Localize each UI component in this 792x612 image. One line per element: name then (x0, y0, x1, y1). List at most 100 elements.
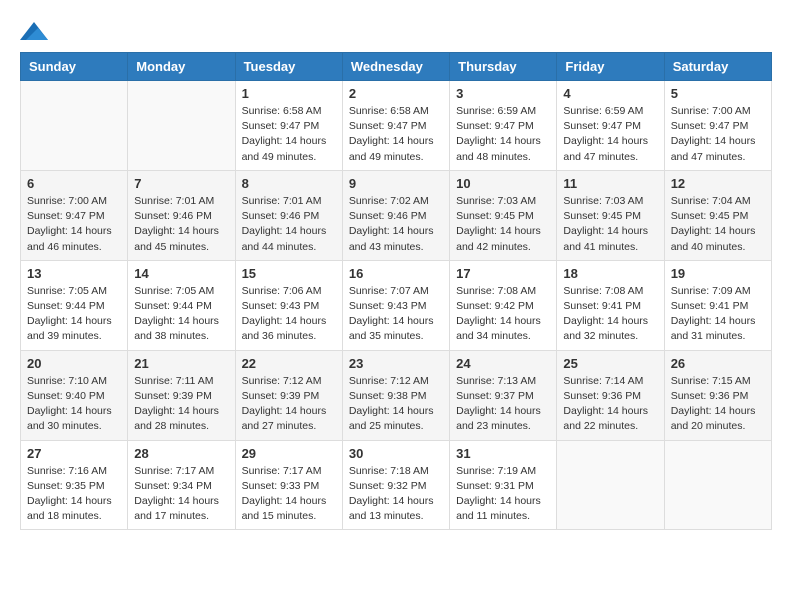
day-info: Sunrise: 7:00 AMSunset: 9:47 PMDaylight:… (27, 194, 121, 255)
day-number: 22 (242, 356, 336, 371)
day-number: 1 (242, 86, 336, 101)
day-number: 2 (349, 86, 443, 101)
calendar-cell (128, 81, 235, 171)
calendar-cell: 25Sunrise: 7:14 AMSunset: 9:36 PMDayligh… (557, 350, 664, 440)
day-info: Sunrise: 7:09 AMSunset: 9:41 PMDaylight:… (671, 284, 765, 345)
calendar-cell: 29 Sunrise: 7:17 AMSunset: 9:33 PMDayligh… (235, 440, 342, 530)
calendar-cell (557, 440, 664, 530)
weekday-header: Wednesday (342, 53, 449, 81)
calendar-cell: 12 Sunrise: 7:04 AMSunset: 9:45 PMDayligh… (664, 170, 771, 260)
day-info: Sunrise: 7:15 AMSunset: 9:36 PMDaylight:… (671, 374, 765, 435)
calendar-table: SundayMondayTuesdayWednesdayThursdayFrid… (20, 52, 772, 530)
calendar-cell: 1 Sunrise: 6:58 AMSunset: 9:47 PMDaylight… (235, 81, 342, 171)
calendar-cell: 14 Sunrise: 7:05 AMSunset: 9:44 PMDayligh… (128, 260, 235, 350)
calendar-cell: 27 Sunrise: 7:16 AMSunset: 9:35 PMDayligh… (21, 440, 128, 530)
day-info: Sunrise: 7:11 AMSunset: 9:39 PMDaylight:… (134, 374, 228, 435)
calendar-cell (664, 440, 771, 530)
calendar-cell: 19 Sunrise: 7:09 AMSunset: 9:41 PMDayligh… (664, 260, 771, 350)
calendar-cell: 23 Sunrise: 7:12 AMSunset: 9:38 PMDayligh… (342, 350, 449, 440)
day-number: 11 (563, 176, 657, 191)
day-number: 15 (242, 266, 336, 281)
calendar-cell: 31 Sunrise: 7:19 AMSunset: 9:31 PMDayligh… (450, 440, 557, 530)
day-info: Sunrise: 7:08 AMSunset: 9:41 PMDaylight:… (563, 284, 657, 345)
calendar-cell: 7 Sunrise: 7:01 AMSunset: 9:46 PMDaylight… (128, 170, 235, 260)
day-info: Sunrise: 7:02 AMSunset: 9:46 PMDaylight:… (349, 194, 443, 255)
day-info: Sunrise: 7:05 AMSunset: 9:44 PMDaylight:… (27, 284, 121, 345)
day-number: 24 (456, 356, 550, 371)
day-info: Sunrise: 7:19 AMSunset: 9:31 PMDaylight:… (456, 464, 550, 525)
logo (20, 20, 52, 42)
day-info: Sunrise: 7:10 AMSunset: 9:40 PMDaylight:… (27, 374, 121, 435)
calendar-cell: 5Sunrise: 7:00 AMSunset: 9:47 PMDaylight… (664, 81, 771, 171)
day-number: 23 (349, 356, 443, 371)
day-number: 18 (563, 266, 657, 281)
day-info: Sunrise: 7:07 AMSunset: 9:43 PMDaylight:… (349, 284, 443, 345)
calendar-cell: 13 Sunrise: 7:05 AMSunset: 9:44 PMDayligh… (21, 260, 128, 350)
day-number: 13 (27, 266, 121, 281)
day-number: 27 (27, 446, 121, 461)
day-info: Sunrise: 7:17 AMSunset: 9:34 PMDaylight:… (134, 464, 228, 525)
calendar-cell: 11 Sunrise: 7:03 AMSunset: 9:45 PMDayligh… (557, 170, 664, 260)
day-number: 6 (27, 176, 121, 191)
calendar-cell: 16 Sunrise: 7:07 AMSunset: 9:43 PMDayligh… (342, 260, 449, 350)
day-number: 25 (563, 356, 657, 371)
calendar-cell: 24Sunrise: 7:13 AMSunset: 9:37 PMDayligh… (450, 350, 557, 440)
calendar-cell: 2 Sunrise: 6:58 AMSunset: 9:47 PMDaylight… (342, 81, 449, 171)
day-number: 31 (456, 446, 550, 461)
day-info: Sunrise: 7:03 AMSunset: 9:45 PMDaylight:… (563, 194, 657, 255)
calendar-cell: 9 Sunrise: 7:02 AMSunset: 9:46 PMDaylight… (342, 170, 449, 260)
day-number: 20 (27, 356, 121, 371)
day-number: 8 (242, 176, 336, 191)
day-info: Sunrise: 6:58 AMSunset: 9:47 PMDaylight:… (242, 104, 336, 165)
day-number: 7 (134, 176, 228, 191)
calendar-cell: 15 Sunrise: 7:06 AMSunset: 9:43 PMDayligh… (235, 260, 342, 350)
weekday-header: Sunday (21, 53, 128, 81)
day-number: 21 (134, 356, 228, 371)
calendar-cell: 8 Sunrise: 7:01 AMSunset: 9:46 PMDaylight… (235, 170, 342, 260)
calendar-cell: 28 Sunrise: 7:17 AMSunset: 9:34 PMDayligh… (128, 440, 235, 530)
day-number: 3 (456, 86, 550, 101)
weekday-header: Monday (128, 53, 235, 81)
calendar-cell: 4Sunrise: 6:59 AMSunset: 9:47 PMDaylight… (557, 81, 664, 171)
day-info: Sunrise: 7:12 AMSunset: 9:39 PMDaylight:… (242, 374, 336, 435)
day-info: Sunrise: 7:16 AMSunset: 9:35 PMDaylight:… (27, 464, 121, 525)
calendar-cell: 18 Sunrise: 7:08 AMSunset: 9:41 PMDayligh… (557, 260, 664, 350)
day-info: Sunrise: 7:03 AMSunset: 9:45 PMDaylight:… (456, 194, 550, 255)
day-info: Sunrise: 7:00 AMSunset: 9:47 PMDaylight:… (671, 104, 765, 165)
day-number: 17 (456, 266, 550, 281)
calendar-cell: 3 Sunrise: 6:59 AMSunset: 9:47 PMDaylight… (450, 81, 557, 171)
day-number: 19 (671, 266, 765, 281)
day-info: Sunrise: 7:17 AMSunset: 9:33 PMDaylight:… (242, 464, 336, 525)
calendar-cell: 10 Sunrise: 7:03 AMSunset: 9:45 PMDayligh… (450, 170, 557, 260)
day-info: Sunrise: 7:04 AMSunset: 9:45 PMDaylight:… (671, 194, 765, 255)
weekday-header: Tuesday (235, 53, 342, 81)
calendar-cell: 22 Sunrise: 7:12 AMSunset: 9:39 PMDayligh… (235, 350, 342, 440)
day-number: 28 (134, 446, 228, 461)
calendar-cell: 6 Sunrise: 7:00 AMSunset: 9:47 PMDaylight… (21, 170, 128, 260)
day-number: 16 (349, 266, 443, 281)
day-number: 26 (671, 356, 765, 371)
day-info: Sunrise: 7:08 AMSunset: 9:42 PMDaylight:… (456, 284, 550, 345)
weekday-header: Saturday (664, 53, 771, 81)
day-number: 30 (349, 446, 443, 461)
page-header (20, 20, 772, 42)
day-info: Sunrise: 7:12 AMSunset: 9:38 PMDaylight:… (349, 374, 443, 435)
logo-icon (20, 20, 48, 42)
day-number: 14 (134, 266, 228, 281)
day-info: Sunrise: 7:01 AMSunset: 9:46 PMDaylight:… (134, 194, 228, 255)
calendar-cell: 17 Sunrise: 7:08 AMSunset: 9:42 PMDayligh… (450, 260, 557, 350)
day-info: Sunrise: 7:01 AMSunset: 9:46 PMDaylight:… (242, 194, 336, 255)
day-info: Sunrise: 6:58 AMSunset: 9:47 PMDaylight:… (349, 104, 443, 165)
day-number: 4 (563, 86, 657, 101)
day-info: Sunrise: 7:06 AMSunset: 9:43 PMDaylight:… (242, 284, 336, 345)
calendar-cell: 20 Sunrise: 7:10 AMSunset: 9:40 PMDayligh… (21, 350, 128, 440)
day-info: Sunrise: 7:18 AMSunset: 9:32 PMDaylight:… (349, 464, 443, 525)
day-number: 10 (456, 176, 550, 191)
day-number: 9 (349, 176, 443, 191)
day-info: Sunrise: 6:59 AMSunset: 9:47 PMDaylight:… (456, 104, 550, 165)
weekday-header: Thursday (450, 53, 557, 81)
weekday-header: Friday (557, 53, 664, 81)
day-number: 29 (242, 446, 336, 461)
day-info: Sunrise: 7:05 AMSunset: 9:44 PMDaylight:… (134, 284, 228, 345)
day-number: 12 (671, 176, 765, 191)
